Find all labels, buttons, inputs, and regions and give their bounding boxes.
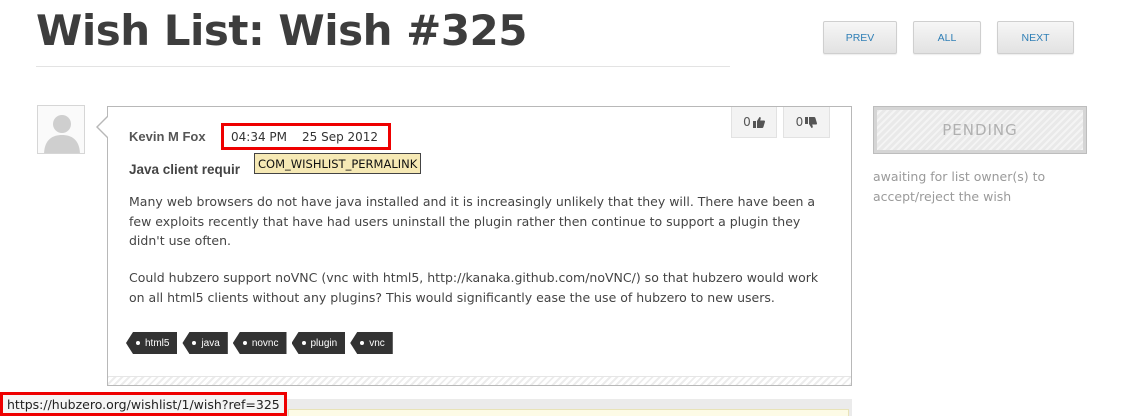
tag-vnc[interactable]: vnc <box>350 332 393 354</box>
title-divider <box>36 66 730 67</box>
comment-footer-hatch <box>108 376 851 385</box>
wish-description-paragraph: Many web browsers do not have java insta… <box>129 194 816 248</box>
permalink-tooltip: COM_WISHLIST_PERMALINK <box>254 153 422 174</box>
thumbs-down-icon <box>805 116 818 128</box>
user-silhouette-icon <box>44 115 80 153</box>
post-time: 04:34 PM <box>231 129 287 144</box>
next-section-box <box>288 409 849 416</box>
author-name[interactable]: Kevin M Fox <box>129 129 206 144</box>
tag-plugin[interactable]: plugin <box>291 332 346 354</box>
tag-java[interactable]: java <box>182 332 228 354</box>
vote-down-button[interactable]: 0 <box>783 107 830 138</box>
browser-status-url: https://hubzero.org/wishlist/1/wish?ref=… <box>0 392 287 416</box>
vote-down-count: 0 <box>795 115 804 129</box>
prev-button[interactable]: PREV <box>823 21 897 54</box>
tag-html5[interactable]: html5 <box>126 332 178 354</box>
status-note: awaiting for list owner(s) to accept/rej… <box>873 169 1046 204</box>
thumbs-up-icon <box>752 116 765 128</box>
all-button[interactable]: ALL <box>913 21 981 54</box>
tag-novnc[interactable]: novnc <box>232 332 287 354</box>
wish-comment-box: 0 0 Kevin M Fox 04:34 PM 25 Sep 2012 Jav… <box>107 106 852 386</box>
wish-description-paragraph: Could hubzero support noVNC (vnc with ht… <box>129 270 819 305</box>
status-label: PENDING <box>877 110 1083 150</box>
comment-pointer-fill <box>98 117 108 137</box>
post-date: 25 Sep 2012 <box>302 129 379 144</box>
vote-up-button[interactable]: 0 <box>731 107 777 138</box>
vote-up-count: 0 <box>743 115 751 129</box>
tag-list: html5 java novnc plugin vnc <box>126 332 393 354</box>
next-button[interactable]: NEXT <box>997 21 1074 54</box>
page-title: Wish List: Wish #325 <box>36 6 528 55</box>
permalink-timestamp[interactable]: 04:34 PM 25 Sep 2012 <box>221 123 391 150</box>
avatar <box>37 105 85 154</box>
wish-subject: Java client requir <box>129 162 241 177</box>
status-badge: PENDING <box>873 106 1087 154</box>
